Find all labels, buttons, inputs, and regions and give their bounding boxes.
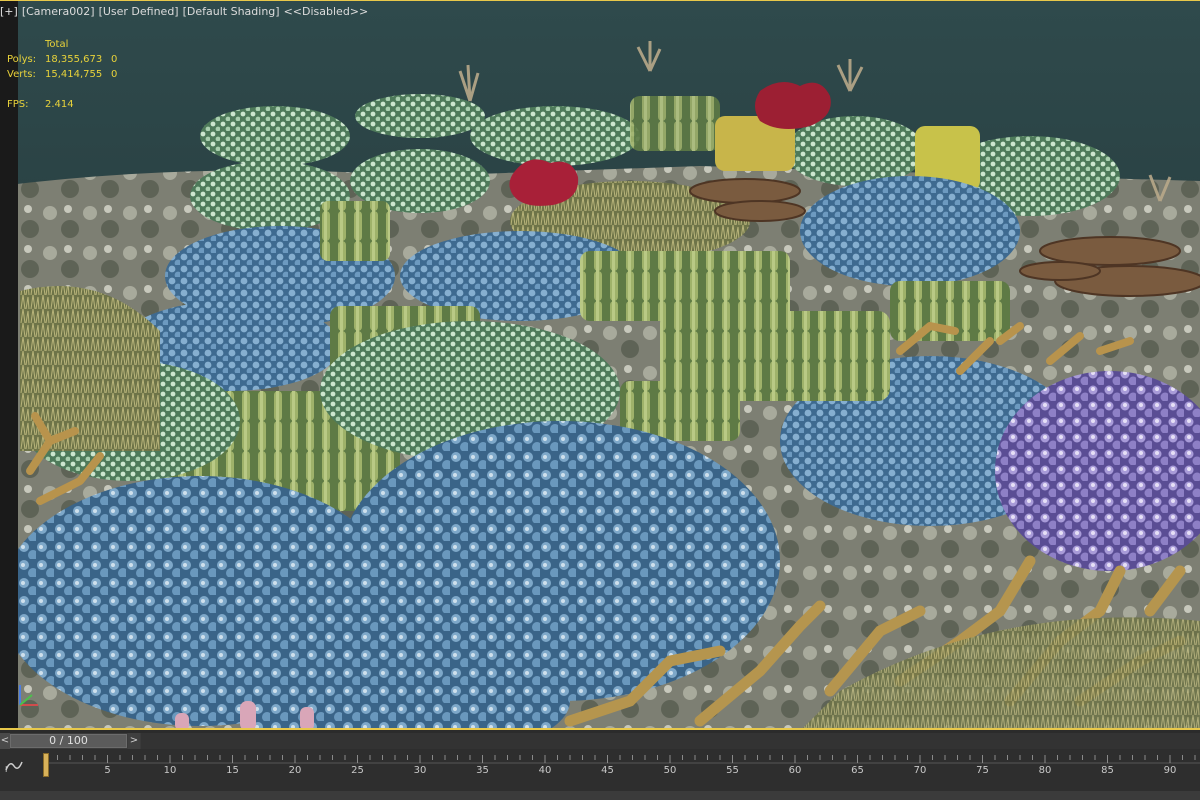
ruler-tick-label: 80 xyxy=(1038,765,1052,776)
stats-header: Total xyxy=(45,39,69,50)
viewport-state-menu[interactable]: <<Disabled>> xyxy=(284,5,369,18)
ruler-tick-label: 55 xyxy=(726,765,739,776)
verts-label: Verts: xyxy=(7,69,36,80)
time-slider-thumb[interactable]: 0 / 100 xyxy=(10,734,127,748)
ruler-tick-label: 30 xyxy=(413,765,427,776)
keyframe-marker[interactable] xyxy=(43,753,49,777)
verts-total: 15,414,755 xyxy=(45,69,103,80)
ruler-tick-label: 75 xyxy=(976,765,989,776)
time-slider-track[interactable] xyxy=(141,733,1200,749)
ruler-tick-label: 50 xyxy=(663,765,677,776)
ruler-tick-label: 40 xyxy=(538,765,552,776)
viewport-shading-menu[interactable]: [Default Shading] xyxy=(183,5,280,18)
ruler-tick-label: 5 xyxy=(104,765,111,776)
viewport-label: [+] [Camera002] [User Defined] [Default Sha… xyxy=(0,5,372,21)
status-bar xyxy=(0,791,1200,800)
polys-selected: 0 xyxy=(111,54,118,65)
viewport-menu-plus[interactable]: [+] xyxy=(0,5,18,18)
fps-value: 2.414 xyxy=(45,99,74,110)
coral-reef-render xyxy=(0,1,1200,728)
ruler-tick-label: 65 xyxy=(851,765,864,776)
axis-gizmo-icon xyxy=(19,685,38,706)
polys-total: 18,355,673 xyxy=(45,54,103,65)
ruler-tick-label: 20 xyxy=(288,765,302,776)
ruler-tick-label: 15 xyxy=(226,765,239,776)
frame-ruler[interactable]: 5 10 15 20 25 30 35 40 45 50 55 60 65 70 75 80 85 90 xyxy=(0,749,1200,791)
time-slider-next-button[interactable]: > xyxy=(128,733,140,749)
ruler-tick-label: 10 xyxy=(163,765,177,776)
ruler-tick-label: 35 xyxy=(476,765,489,776)
viewport[interactable]: [+] [Camera002] [User Defined] [Default Sha… xyxy=(0,0,1200,730)
track-bar[interactable]: I 5 10 15 20 25 30 35 40 45 50 55 60 65 70 75 80 85 90 xyxy=(0,749,1200,791)
ruler-tick-label: 45 xyxy=(601,765,614,776)
fps-label: FPS: xyxy=(7,99,29,110)
viewport-camera-menu[interactable]: [Camera002] xyxy=(22,5,95,18)
ruler-tick-label: 60 xyxy=(788,765,802,776)
ruler-tick-label: 85 xyxy=(1101,765,1114,776)
ruler-tick-label: 25 xyxy=(351,765,364,776)
ruler-tick-label: 70 xyxy=(913,765,927,776)
ruler-ticks xyxy=(44,755,1200,764)
verts-selected: 0 xyxy=(111,69,118,80)
ruler-tick-label: 90 xyxy=(1163,765,1177,776)
polys-label: Polys: xyxy=(7,54,37,65)
time-slider-prev-button[interactable]: < xyxy=(0,733,10,749)
time-slider[interactable]: < 0 / 100 > xyxy=(0,733,1200,749)
viewport-mode-menu[interactable]: [User Defined] xyxy=(99,5,179,18)
